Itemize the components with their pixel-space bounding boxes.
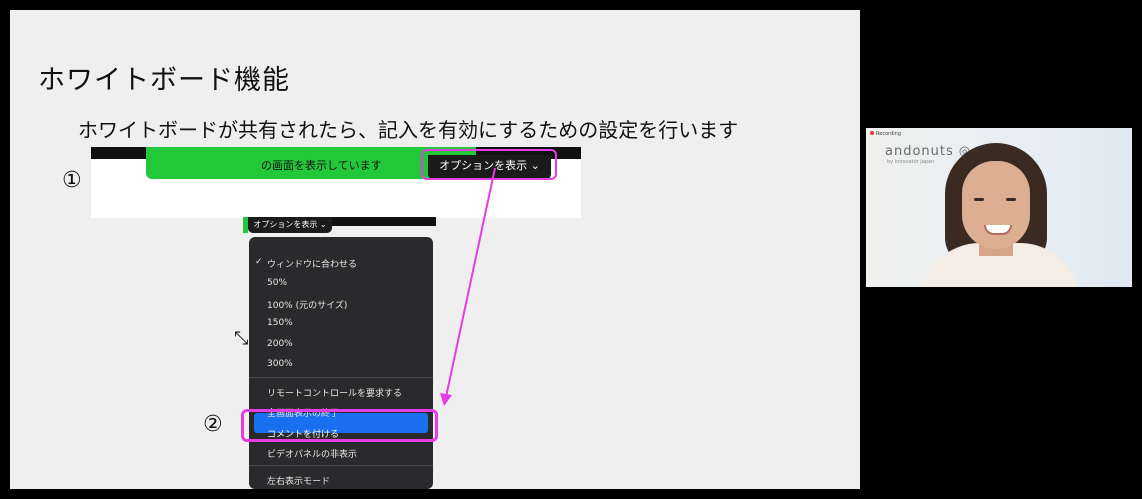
callout-arrow-icon	[440, 167, 496, 406]
participant-video[interactable]: Recording andonuts ◎ by Innovator Japan	[866, 128, 1132, 287]
person-eye	[974, 198, 984, 201]
shared-slide: ホワイトボード機能 ホワイトボードが共有されたら、記入を有効にするための設定を行…	[10, 10, 860, 489]
brand-subtitle: by Innovator Japan	[887, 159, 935, 165]
person-eye	[1006, 198, 1016, 201]
person-face	[962, 161, 1030, 249]
recording-indicator: Recording	[870, 131, 901, 137]
brand-logo: andonuts ◎	[885, 144, 972, 159]
meeting-window: ホワイトボード機能 ホワイトボードが共有されたら、記入を有効にするための設定を行…	[0, 0, 1142, 499]
brand-name: andonuts	[885, 144, 954, 159]
